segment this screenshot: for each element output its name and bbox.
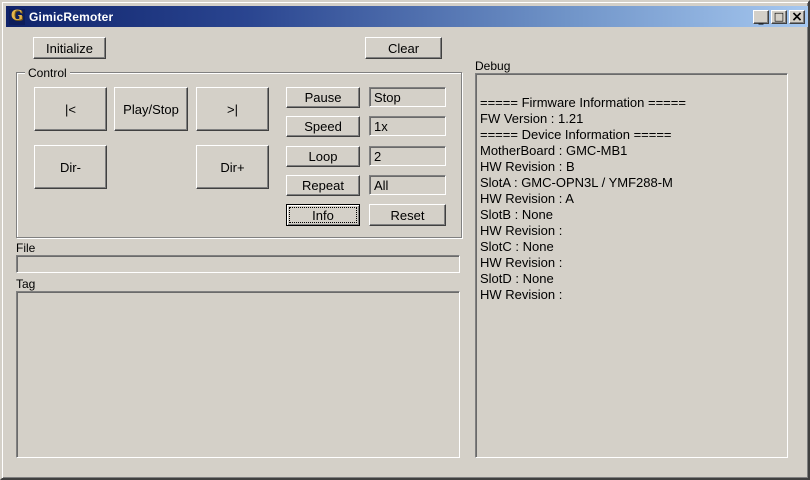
debug-line: HW Revision : A xyxy=(480,191,783,207)
repeat-mode-field[interactable]: All xyxy=(369,175,446,195)
window-title: GimicRemoter xyxy=(29,10,753,24)
debug-line: HW Revision : B xyxy=(480,159,783,175)
close-button[interactable]: × xyxy=(789,10,805,24)
pause-button[interactable]: Pause xyxy=(286,87,360,108)
debug-box[interactable]: ===== Firmware Information ===== FW Vers… xyxy=(475,73,788,458)
file-path-field[interactable] xyxy=(16,255,460,273)
maximize-button[interactable]: □ xyxy=(771,10,787,24)
caption-buttons: _ □ × xyxy=(753,10,805,24)
play-stop-button[interactable]: Play/Stop xyxy=(114,87,188,131)
loop-button[interactable]: Loop xyxy=(286,146,360,167)
debug-line: MotherBoard : GMC-MB1 xyxy=(480,143,783,159)
debug-line: SlotA : GMC-OPN3L / YMF288-M xyxy=(480,175,783,191)
file-label: File xyxy=(16,241,35,255)
debug-line: SlotB : None xyxy=(480,207,783,223)
titlebar: G GimicRemoter _ □ × xyxy=(6,6,808,27)
maximize-icon: □ xyxy=(774,11,784,22)
debug-text: ===== Firmware Information ===== FW Vers… xyxy=(476,74,787,457)
tag-label: Tag xyxy=(16,277,35,291)
app-window: G GimicRemoter _ □ × Initialize Clear Co… xyxy=(0,0,810,480)
debug-line: HW Revision : xyxy=(480,287,783,303)
speed-button[interactable]: Speed xyxy=(286,116,360,137)
debug-line: SlotD : None xyxy=(480,271,783,287)
dir-minus-button[interactable]: Dir- xyxy=(34,145,107,189)
pause-status-field[interactable]: Stop xyxy=(369,87,446,107)
debug-line: ===== Device Information ===== xyxy=(480,127,783,143)
clear-button[interactable]: Clear xyxy=(365,37,442,59)
debug-line: ===== Firmware Information ===== xyxy=(480,95,783,111)
control-group: Control |< Play/Stop >| Dir- Dir+ Pause … xyxy=(16,72,462,238)
next-track-button[interactable]: >| xyxy=(196,87,269,131)
dir-plus-button[interactable]: Dir+ xyxy=(196,145,269,189)
debug-label: Debug xyxy=(475,59,510,73)
debug-line: SlotC : None xyxy=(480,239,783,255)
initialize-button[interactable]: Initialize xyxy=(33,37,106,59)
debug-line: HW Revision : xyxy=(480,255,783,271)
info-button[interactable]: Info xyxy=(286,204,360,226)
repeat-button[interactable]: Repeat xyxy=(286,175,360,196)
loop-count-field[interactable]: 2 xyxy=(369,146,446,166)
minimize-icon: _ xyxy=(759,18,764,22)
prev-track-button[interactable]: |< xyxy=(34,87,107,131)
speed-value-field[interactable]: 1x xyxy=(369,116,446,136)
reset-button[interactable]: Reset xyxy=(369,204,446,226)
close-icon: × xyxy=(791,11,803,23)
control-group-label: Control xyxy=(25,66,70,80)
minimize-button[interactable]: _ xyxy=(753,10,769,24)
debug-line: FW Version : 1.21 xyxy=(480,111,783,127)
app-icon[interactable]: G xyxy=(9,9,25,25)
debug-line: HW Revision : xyxy=(480,223,783,239)
tag-box[interactable] xyxy=(16,291,460,458)
